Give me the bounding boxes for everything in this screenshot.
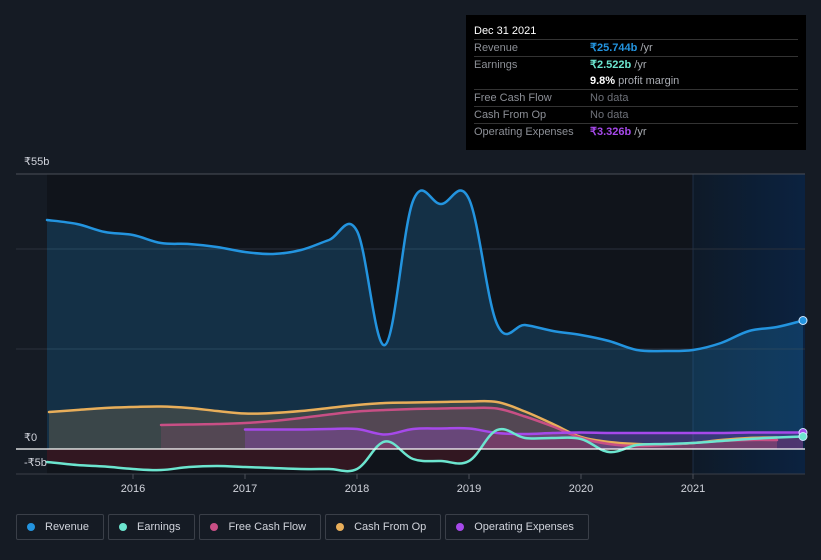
earnings-endpoint	[798, 432, 808, 441]
legend-label: Revenue	[45, 521, 90, 533]
tooltip-row: 9.8% profit margin	[474, 73, 798, 90]
tooltip-label	[474, 73, 590, 89]
legend-label: Free Cash Flow	[228, 521, 307, 533]
x-tick-label: 2017	[233, 483, 257, 495]
y-tick-label: ₹0	[24, 432, 37, 444]
tooltip-row: Cash From Op No data	[474, 107, 798, 124]
legend-dot-icon	[119, 523, 128, 531]
tooltip-value: ₹25.744b /yr	[590, 42, 653, 54]
x-tick-label: 2021	[681, 483, 705, 495]
tooltip-date: Dec 31 2021	[474, 23, 798, 40]
legend-dot-icon	[27, 523, 35, 531]
legend-label: Cash From Op	[354, 521, 427, 533]
tooltip-value: No data	[590, 109, 629, 121]
tooltip-label: Free Cash Flow	[474, 92, 552, 104]
tooltip-label: Revenue	[474, 42, 519, 54]
legend-item-free-cash-flow[interactable]: Free Cash Flow	[199, 514, 322, 540]
legend-dot-icon	[456, 523, 465, 531]
legend-item-operating-expenses[interactable]: Operating Expenses	[445, 514, 589, 540]
tooltip-label: Cash From Op	[474, 109, 547, 121]
tooltip-row: Earnings ₹2.522b /yr	[474, 57, 798, 73]
tooltip-value: No data	[590, 92, 629, 104]
x-tick-label: 2019	[457, 483, 481, 495]
tooltip-label: Earnings	[474, 59, 518, 71]
legend-dot-icon	[210, 523, 219, 531]
legend-item-revenue[interactable]: Revenue	[16, 514, 105, 540]
legend-label: Operating Expenses	[474, 521, 574, 533]
revenue-endpoint	[798, 316, 808, 325]
x-tick-label: 2016	[121, 483, 145, 495]
y-tick-label: -₹5b	[24, 457, 47, 469]
tooltip-value: ₹2.522b /yr	[590, 59, 647, 71]
legend-label: Earnings	[137, 521, 181, 533]
tooltip-value: 9.8% profit margin	[590, 75, 680, 87]
legend-item-earnings[interactable]: Earnings	[108, 514, 196, 540]
tooltip-label: Operating Expenses	[474, 126, 574, 138]
tooltip: Dec 31 2021 Revenue ₹25.744b /yr Earnings ₹…	[466, 15, 806, 150]
x-tick-label: 2018	[345, 483, 369, 495]
tooltip-row: Operating Expenses ₹3.326b /yr	[474, 124, 798, 140]
tooltip-value: ₹3.326b /yr	[590, 126, 647, 138]
y-tick-label: ₹55b	[24, 156, 49, 168]
tooltip-row: Free Cash Flow No data	[474, 90, 798, 107]
legend: Revenue Earnings Free Cash Flow Cash From O…	[16, 514, 589, 540]
legend-item-cash-from-op[interactable]: Cash From Op	[325, 514, 442, 540]
tooltip-row: Revenue ₹25.744b /yr	[474, 40, 798, 57]
legend-dot-icon	[336, 523, 345, 531]
x-tick-label: 2020	[569, 483, 593, 495]
